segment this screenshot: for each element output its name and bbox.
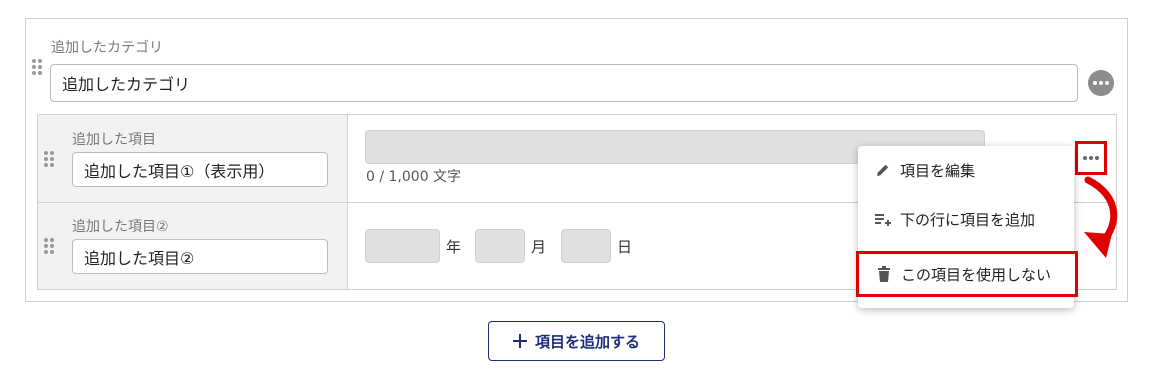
year-label: 年 <box>446 238 462 256</box>
menu-item-edit-label: 項目を編集 <box>900 161 976 180</box>
menu-item-add-below-label: 下の行に項目を追加 <box>900 210 1036 229</box>
item-2-label: 追加した項目② <box>72 219 169 235</box>
item-2-drag-handle[interactable] <box>44 238 54 254</box>
day-label: 日 <box>617 238 633 256</box>
add-row-below-icon <box>874 210 892 228</box>
category-name-input-value: 追加したカテゴリ <box>62 75 191 94</box>
item-1-name-input-value: 追加した項目①（表示用） <box>84 161 275 181</box>
item-1-drag-handle[interactable] <box>44 151 54 167</box>
year-input[interactable] <box>365 229 440 263</box>
item-1-char-counter: 0 / 1,000 文字 <box>366 169 462 185</box>
item-1-label: 追加した項目 <box>72 132 156 148</box>
menu-item-add-below[interactable]: 下の行に項目を追加 <box>858 199 1074 239</box>
category-name-input[interactable]: 追加したカテゴリ <box>50 64 1078 102</box>
curved-arrow-icon <box>1084 176 1118 258</box>
menu-item-do-not-use-label: この項目を使用しない <box>901 265 1052 284</box>
add-item-button-label: 項目を追加する <box>534 332 640 351</box>
item-1-more-button[interactable] <box>1075 141 1107 175</box>
menu-item-do-not-use[interactable]: この項目を使用しない <box>856 251 1078 297</box>
day-input[interactable] <box>561 229 611 263</box>
pencil-icon <box>874 161 892 179</box>
menu-item-edit[interactable]: 項目を編集 <box>858 150 1074 190</box>
month-label: 月 <box>531 238 547 256</box>
category-drag-handle[interactable] <box>32 59 42 75</box>
item-2-name-input-value: 追加した項目② <box>84 248 195 268</box>
plus-icon <box>512 334 527 348</box>
category-label: 追加したカテゴリ <box>51 40 163 56</box>
trash-icon <box>875 265 893 283</box>
month-input[interactable] <box>475 229 525 263</box>
item-2-name-input[interactable]: 追加した項目② <box>72 239 328 274</box>
item-1-name-input[interactable]: 追加した項目①（表示用） <box>72 152 328 187</box>
add-item-button[interactable]: 項目を追加する <box>488 321 665 361</box>
category-more-button[interactable] <box>1088 70 1114 96</box>
